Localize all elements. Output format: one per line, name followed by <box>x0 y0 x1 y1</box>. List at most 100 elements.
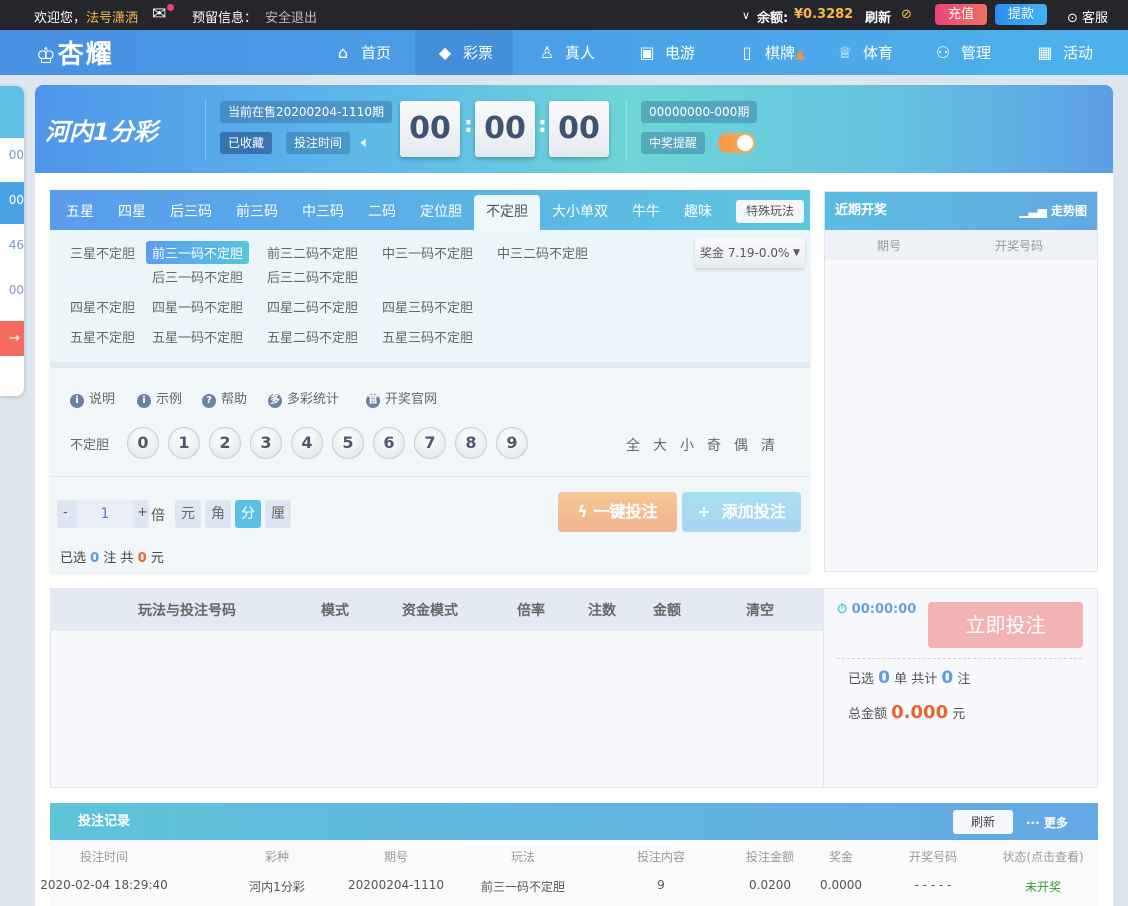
nav-item-2[interactable]: ♙ 真人 <box>537 30 595 75</box>
number-ball[interactable]: 3 <box>250 427 282 459</box>
refresh-balance[interactable]: 刷新 <box>865 7 891 26</box>
sub-play-item[interactable]: 四星二码不定胆 <box>267 297 358 316</box>
customer-service-link[interactable]: ⊙ 客服 <box>1067 7 1108 26</box>
bet-time-button[interactable]: 投注时间 <box>286 132 351 154</box>
sub-play-item[interactable]: 后三二码不定胆 <box>267 267 358 286</box>
hide-eye-icon[interactable]: ⊘ <box>901 7 912 22</box>
number-ball[interactable]: 9 <box>496 427 528 459</box>
record-cell: 2020-02-04 18:29:40 <box>40 878 168 892</box>
number-ball[interactable]: 0 <box>127 427 159 459</box>
quick-select-3[interactable]: 奇 <box>707 435 721 455</box>
unit-1[interactable]: 角 <box>205 500 231 528</box>
win-alert-toggle[interactable] <box>718 133 755 153</box>
records-refresh-button[interactable]: 刷新 <box>953 810 1013 834</box>
unit-3[interactable]: 厘 <box>265 500 291 528</box>
nav-item-3[interactable]: ▣ 电游 <box>637 30 695 75</box>
username[interactable]: 法号潇洒 <box>86 7 138 26</box>
bet-col-header: 资金模式 <box>402 603 458 619</box>
sub-play-item[interactable]: 五星一码不定胆 <box>152 327 243 346</box>
favorited-button[interactable]: 已收藏 <box>220 132 273 154</box>
nav-item-4[interactable]: ▯ 棋牌▲ <box>737 30 805 75</box>
sub-play-item[interactable]: 后三一码不定胆 <box>152 267 243 286</box>
bet-col-header: 注数 <box>588 603 616 619</box>
quick-select-5[interactable]: 清 <box>761 435 775 455</box>
speaker-icon[interactable]: 🔈︎ <box>361 133 370 151</box>
withdraw-button[interactable]: 提款 <box>995 4 1047 25</box>
countdown-minutes: 00 <box>475 101 535 157</box>
brand-logo[interactable]: ♔杏耀 <box>36 34 114 71</box>
sub-play-item[interactable]: 四星一码不定胆 <box>152 297 243 316</box>
quick-select-4[interactable]: 偶 <box>734 435 748 455</box>
arrow-right-icon[interactable]: → <box>0 321 24 356</box>
prize-select[interactable]: 奖金 7.19-0.0% ▼ <box>695 238 805 268</box>
sub-play-item[interactable]: 三星不定胆 <box>70 243 135 262</box>
one-click-bet-button[interactable]: ϟ 一键投注 <box>558 492 677 532</box>
unit-2[interactable]: 分 <box>235 500 261 528</box>
submit-bet-button[interactable]: 立即投注 <box>928 602 1083 648</box>
info-link[interactable]: ? 帮助 <box>202 388 247 408</box>
record-status[interactable]: 未开奖 <box>1025 878 1061 895</box>
tab-2[interactable]: 后三码 <box>170 190 212 230</box>
tab-10[interactable]: 趣味 <box>684 190 712 230</box>
special-play-button[interactable]: 特殊玩法 <box>736 200 804 223</box>
tab-5[interactable]: 二码 <box>368 190 396 230</box>
mail-icon[interactable]: ✉ <box>152 4 174 24</box>
side-value: 00 <box>8 148 24 162</box>
chevron-down-icon[interactable]: ∨ <box>742 9 750 22</box>
recharge-button[interactable]: 充值 <box>935 4 987 25</box>
logout-link[interactable]: 安全退出 <box>265 7 317 26</box>
sub-play-item[interactable]: 前三二码不定胆 <box>267 243 358 262</box>
info-icon: i <box>137 394 151 408</box>
number-ball[interactable]: 7 <box>414 427 446 459</box>
sub-play-item[interactable]: 五星不定胆 <box>70 327 135 346</box>
trend-chart-link[interactable]: ▁▃▅ 走势图 <box>1019 192 1087 230</box>
sub-play-item[interactable]: 四星不定胆 <box>70 297 135 316</box>
tab-1[interactable]: 四星 <box>118 190 146 230</box>
increment-button[interactable]: + <box>137 505 148 520</box>
quick-select-1[interactable]: 大 <box>653 435 667 455</box>
sub-play-item[interactable]: 五星三码不定胆 <box>382 327 473 346</box>
number-ball[interactable]: 6 <box>373 427 405 459</box>
quick-select-2[interactable]: 小 <box>680 435 694 455</box>
tab-9[interactable]: 牛牛 <box>632 190 660 230</box>
tab-8[interactable]: 大小单双 <box>552 190 608 230</box>
info-link[interactable]: 多多彩统计 <box>268 388 339 408</box>
sub-play-item[interactable]: 五星二码不定胆 <box>267 327 358 346</box>
multiplier-input[interactable]: 1 <box>77 500 133 528</box>
sub-play-item[interactable]: 中三一码不定胆 <box>382 243 473 262</box>
number-ball[interactable]: 8 <box>455 427 487 459</box>
sub-play-item[interactable]: 前三一码不定胆 <box>146 241 250 264</box>
tab-6[interactable]: 定位胆 <box>420 190 462 230</box>
decrement-button[interactable]: - <box>63 505 68 520</box>
quick-select-0[interactable]: 全 <box>626 435 640 455</box>
chat-icon: ⊙ <box>1067 11 1078 26</box>
tab-7[interactable]: 不定胆 <box>474 195 540 230</box>
nav-item-7[interactable]: ▦ 活动 <box>1035 30 1093 75</box>
info-icon: ? <box>202 394 216 408</box>
nav-item-0[interactable]: ⌂ 首页 <box>333 30 391 75</box>
nav-label: 彩票 <box>463 44 494 62</box>
tab-4[interactable]: 中三码 <box>302 190 344 230</box>
info-link[interactable]: i 示例 <box>137 388 182 408</box>
unit-0[interactable]: 元 <box>175 500 201 528</box>
person-icon: ♙ <box>539 43 555 62</box>
number-ball[interactable]: 5 <box>332 427 364 459</box>
add-bet-button[interactable]: + 添加投注 <box>682 492 801 532</box>
tab-3[interactable]: 前三码 <box>236 190 278 230</box>
nav-item-1[interactable]: ◆ 彩票 <box>435 30 493 75</box>
number-ball[interactable]: 1 <box>168 427 200 459</box>
info-link[interactable]: i 说明 <box>70 388 115 408</box>
nav-item-6[interactable]: ⚇ 管理 <box>933 30 991 75</box>
sub-play-item[interactable]: 中三二码不定胆 <box>497 243 588 262</box>
number-ball[interactable]: 2 <box>209 427 241 459</box>
bet-col-header-clear[interactable]: 清空 <box>746 600 774 620</box>
tab-0[interactable]: 五星 <box>66 190 94 230</box>
sub-play-item[interactable]: 四星三码不定胆 <box>382 297 473 316</box>
info-link[interactable]: 官开奖官网 <box>366 388 437 408</box>
logo-text: 杏耀 <box>57 40 114 70</box>
info-link-label: 帮助 <box>221 392 248 407</box>
nav-item-5[interactable]: ♕ 体育 <box>835 30 893 75</box>
nav-label: 体育 <box>863 44 894 62</box>
number-ball[interactable]: 4 <box>291 427 323 459</box>
records-more-link[interactable]: ··· 更多 <box>1026 814 1068 831</box>
